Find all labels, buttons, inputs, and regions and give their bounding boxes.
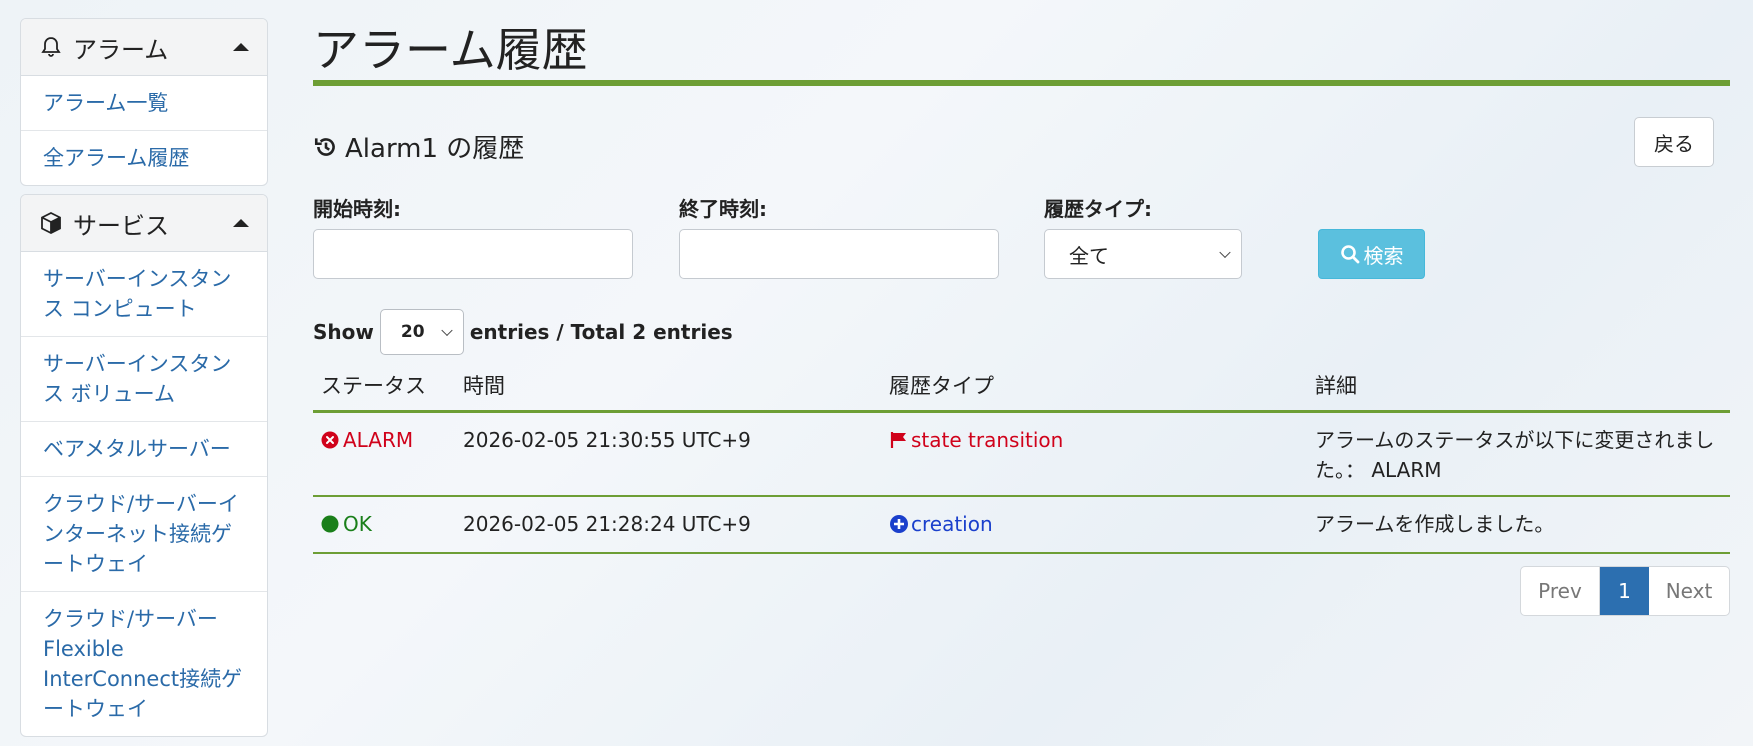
entries-control: Show 20 entries / Total 2 entries [313,309,733,355]
chevron-down-icon [1219,246,1231,259]
type-cell: creation [881,496,1307,554]
history-type-label: 履歴タイプ: [1044,197,1152,221]
sidebar-item-alarm-list[interactable]: アラーム一覧 [21,76,267,131]
end-time-label: 終了時刻: [679,197,767,221]
search-button[interactable]: 検索 [1318,229,1425,279]
service-panel-title: サービス [73,211,169,240]
cube-icon [39,211,63,235]
status-cell: OK [313,496,455,554]
page-title: アラーム履歴 [313,23,588,77]
type-cell: state transition [881,411,1307,497]
show-label: Show [313,320,374,344]
service-panel: サービス サーバーインスタンス コンピュート サーバーインスタンス ボリューム … [20,194,268,737]
search-button-label: 検索 [1363,245,1404,268]
sidebar-item-internet-gateway[interactable]: クラウド/サーバーインターネット接続ゲートウェイ [21,477,267,592]
start-time-input[interactable] [313,229,633,279]
history-type-text: state transition [911,428,1064,452]
history-type-select[interactable]: 全て [1044,229,1242,279]
next-page-button[interactable]: Next [1649,567,1729,615]
detail-cell: アラームのステータスが以下に変更されました。： ALARM [1307,411,1730,497]
sidebar-item-server-volume[interactable]: サーバーインスタンス ボリューム [21,337,267,422]
main-content: アラーム履歴 Alarm1 の履歴 戻る 開始時刻: 終了時刻: 履歴タイプ: … [313,0,1730,616]
alarm-panel: アラーム アラーム一覧 全アラーム履歴 [20,18,268,186]
status-badge: OK [321,509,372,539]
caret-up-icon[interactable] [233,219,249,227]
page-size-value: 20 [400,322,425,342]
alarm-panel-title: アラーム [73,35,169,64]
entries-summary: entries / Total 2 entries [469,320,733,344]
history-type: state transition [889,425,1063,455]
page-1-button[interactable]: 1 [1600,567,1649,615]
magnifier-icon [1340,244,1360,264]
table-row: ALARM 2026-02-05 21:30:55 UTC+9 state tr… [313,411,1730,497]
sidebar: アラーム アラーム一覧 全アラーム履歴 サービス サーバーインスタンス コンピュ… [20,18,268,745]
filled-circle-icon [321,515,339,533]
x-circle-icon [321,431,339,449]
time-cell: 2026-02-05 21:28:24 UTC+9 [455,496,881,554]
back-button[interactable]: 戻る [1634,117,1714,167]
sidebar-item-fic-gateway[interactable]: クラウド/サーバーFlexible InterConnect接続ゲートウェイ [21,592,267,736]
service-panel-header[interactable]: サービス [21,195,267,252]
history-type-text: creation [911,512,993,536]
page-size-select[interactable]: 20 [379,309,464,355]
start-time-label: 開始時刻: [313,197,401,221]
history-subtitle: Alarm1 の履歴 [313,128,524,165]
history-table: ステータス 時間 履歴タイプ 詳細 ALARM 2026-02-05 21:30… [313,364,1730,554]
sidebar-item-baremetal[interactable]: ベアメタルサーバー [21,422,267,477]
header-detail[interactable]: 詳細 [1307,364,1730,413]
flag-icon [889,430,909,450]
status-text: OK [343,512,372,536]
header-time[interactable]: 時間 [455,364,881,413]
subtitle-text: Alarm1 の履歴 [345,134,525,164]
title-divider [313,80,1730,86]
history-icon [313,134,339,160]
plus-circle-icon [889,514,909,534]
header-type[interactable]: 履歴タイプ [881,364,1307,413]
pagination: Prev 1 Next [1520,566,1730,616]
status-badge: ALARM [321,425,413,455]
caret-up-icon[interactable] [233,43,249,51]
status-cell: ALARM [313,411,455,497]
history-type: creation [889,509,993,539]
header-status[interactable]: ステータス [313,364,455,413]
bell-icon [39,35,63,59]
sidebar-item-server-compute[interactable]: サーバーインスタンス コンピュート [21,252,267,337]
chevron-down-icon [441,324,453,337]
detail-cell: アラームを作成しました。 [1307,496,1730,554]
status-text: ALARM [343,428,414,452]
table-row: OK 2026-02-05 21:28:24 UTC+9 creation アラ… [313,496,1730,554]
alarm-panel-header[interactable]: アラーム [21,19,267,76]
time-cell: 2026-02-05 21:30:55 UTC+9 [455,411,881,497]
history-type-value: 全て [1069,243,1109,268]
prev-page-button[interactable]: Prev [1521,567,1600,615]
table-header-row: ステータス 時間 履歴タイプ 詳細 [313,364,1730,413]
end-time-input[interactable] [679,229,999,279]
sidebar-item-all-alarm-history[interactable]: 全アラーム履歴 [21,131,267,185]
